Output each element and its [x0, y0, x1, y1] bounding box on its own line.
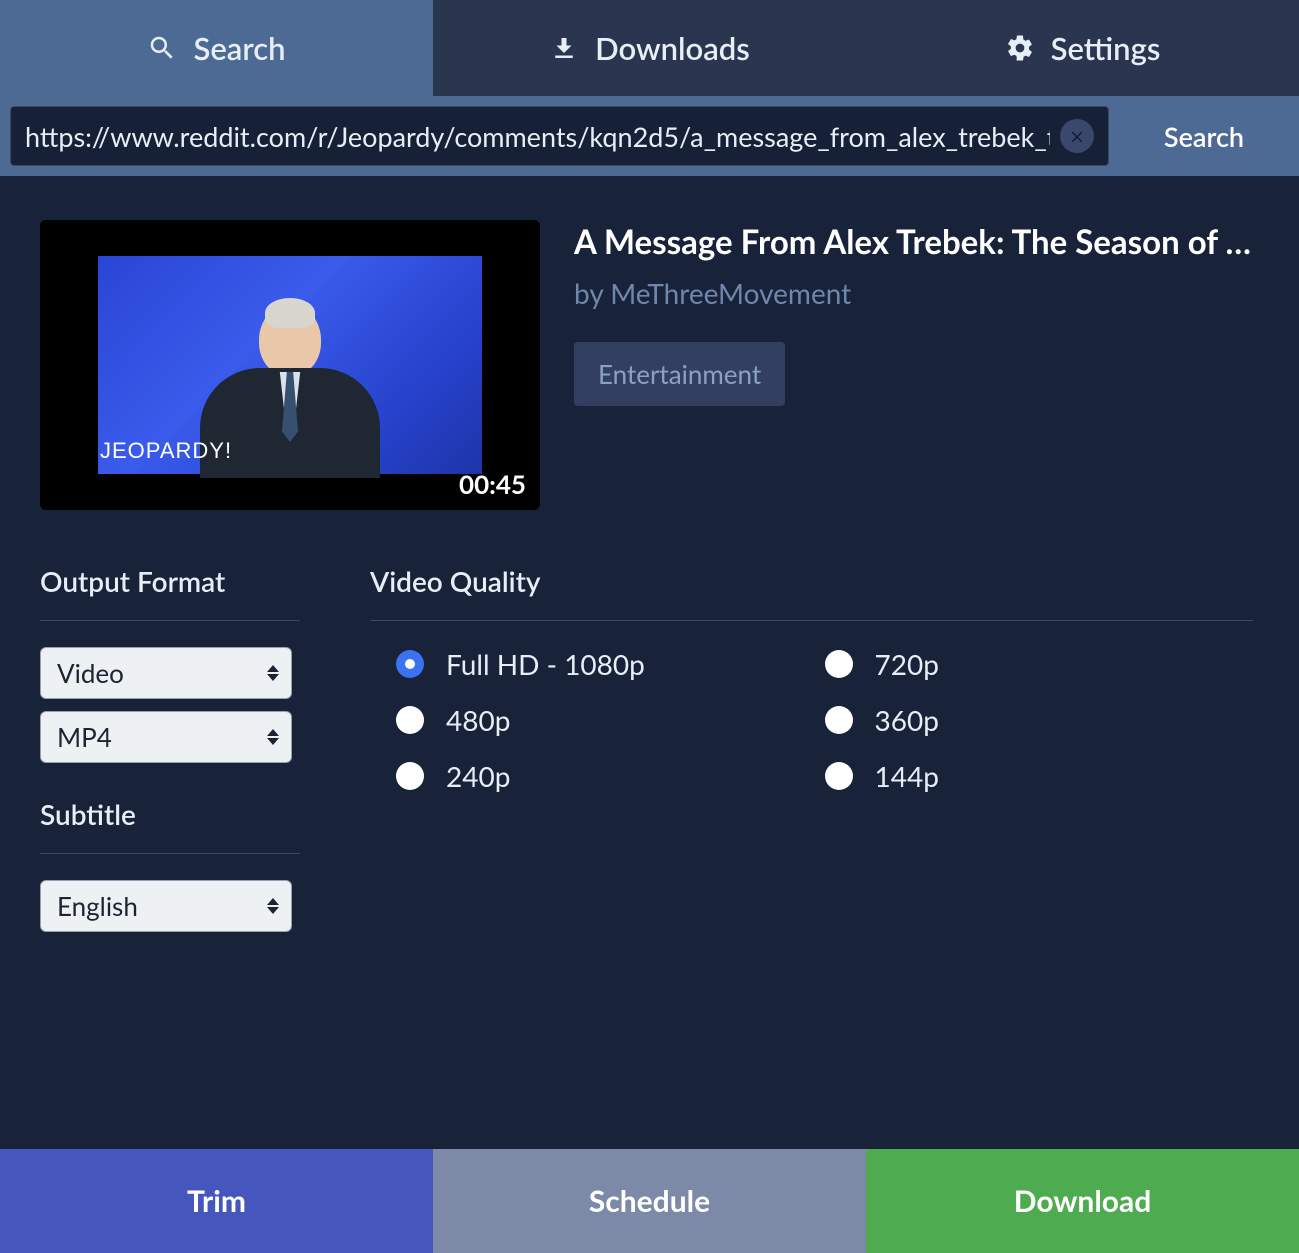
url-input[interactable]	[25, 120, 1050, 153]
video-metadata: A Message From Alex Trebek: The Season o…	[574, 220, 1253, 510]
download-button[interactable]: Download	[866, 1149, 1299, 1253]
search-button[interactable]: Search	[1109, 106, 1299, 166]
quality-label: 720p	[875, 647, 939, 681]
bottom-action-bar: Trim Schedule Download	[0, 1149, 1299, 1253]
close-icon	[1069, 128, 1085, 144]
settings-panel: Output Format Video MP4 Subtitle English…	[40, 564, 1253, 944]
quality-label: 240p	[446, 759, 510, 793]
radio-dot-icon	[825, 706, 853, 734]
video-header: JEOPARDY! 00:45 A Message From Alex Treb…	[40, 220, 1253, 510]
download-icon	[549, 33, 579, 63]
trim-button[interactable]: Trim	[0, 1149, 433, 1253]
quality-label: 144p	[875, 759, 939, 793]
output-container-value: MP4	[57, 721, 112, 753]
quality-label: 480p	[446, 703, 510, 737]
quality-option-480p[interactable]: 480p	[396, 703, 825, 737]
select-arrows-icon	[267, 898, 279, 914]
quality-option-360p[interactable]: 360p	[825, 703, 1254, 737]
search-icon	[147, 33, 177, 63]
radio-dot-icon	[825, 762, 853, 790]
subtitle-heading: Subtitle	[40, 797, 300, 854]
quality-label: 360p	[875, 703, 939, 737]
url-bar: Search	[0, 96, 1299, 176]
radio-dot-icon	[396, 650, 424, 678]
url-input-container	[10, 106, 1109, 166]
quality-option-1080p[interactable]: Full HD - 1080p	[396, 647, 825, 681]
tab-search[interactable]: Search	[0, 0, 433, 96]
schedule-button[interactable]: Schedule	[433, 1149, 866, 1253]
radio-dot-icon	[396, 762, 424, 790]
video-title: A Message From Alex Trebek: The Season o…	[574, 222, 1253, 262]
video-author: by MeThreeMovement	[574, 276, 1253, 310]
radio-dot-icon	[825, 650, 853, 678]
quality-option-240p[interactable]: 240p	[396, 759, 825, 793]
output-container-select[interactable]: MP4	[40, 711, 292, 763]
tab-settings[interactable]: Settings	[866, 0, 1299, 96]
tab-settings-label: Settings	[1051, 29, 1161, 67]
video-category-tag[interactable]: Entertainment	[574, 342, 785, 406]
output-type-value: Video	[57, 657, 124, 689]
subtitle-select[interactable]: English	[40, 880, 292, 932]
output-type-select[interactable]: Video	[40, 647, 292, 699]
clear-url-button[interactable]	[1060, 119, 1094, 153]
tab-search-label: Search	[193, 29, 285, 67]
select-arrows-icon	[267, 729, 279, 745]
output-format-heading: Output Format	[40, 564, 300, 621]
video-duration: 00:45	[459, 468, 526, 500]
subtitle-value: English	[57, 890, 138, 922]
gear-icon	[1005, 33, 1035, 63]
video-quality-column: Video Quality Full HD - 1080p 720p 480p …	[370, 564, 1253, 944]
content-area: JEOPARDY! 00:45 A Message From Alex Treb…	[0, 176, 1299, 1149]
thumbnail-overlay-logo: JEOPARDY!	[100, 438, 232, 464]
select-arrows-icon	[267, 665, 279, 681]
quality-options: Full HD - 1080p 720p 480p 360p 240p	[370, 647, 1253, 793]
tab-downloads[interactable]: Downloads	[433, 0, 866, 96]
quality-option-144p[interactable]: 144p	[825, 759, 1254, 793]
top-tabs: Search Downloads Settings	[0, 0, 1299, 96]
quality-option-720p[interactable]: 720p	[825, 647, 1254, 681]
video-quality-heading: Video Quality	[370, 564, 1253, 621]
tab-downloads-label: Downloads	[595, 29, 750, 67]
radio-dot-icon	[396, 706, 424, 734]
video-thumbnail[interactable]: JEOPARDY! 00:45	[40, 220, 540, 510]
output-format-column: Output Format Video MP4 Subtitle English	[40, 564, 300, 944]
quality-label: Full HD - 1080p	[446, 647, 645, 681]
